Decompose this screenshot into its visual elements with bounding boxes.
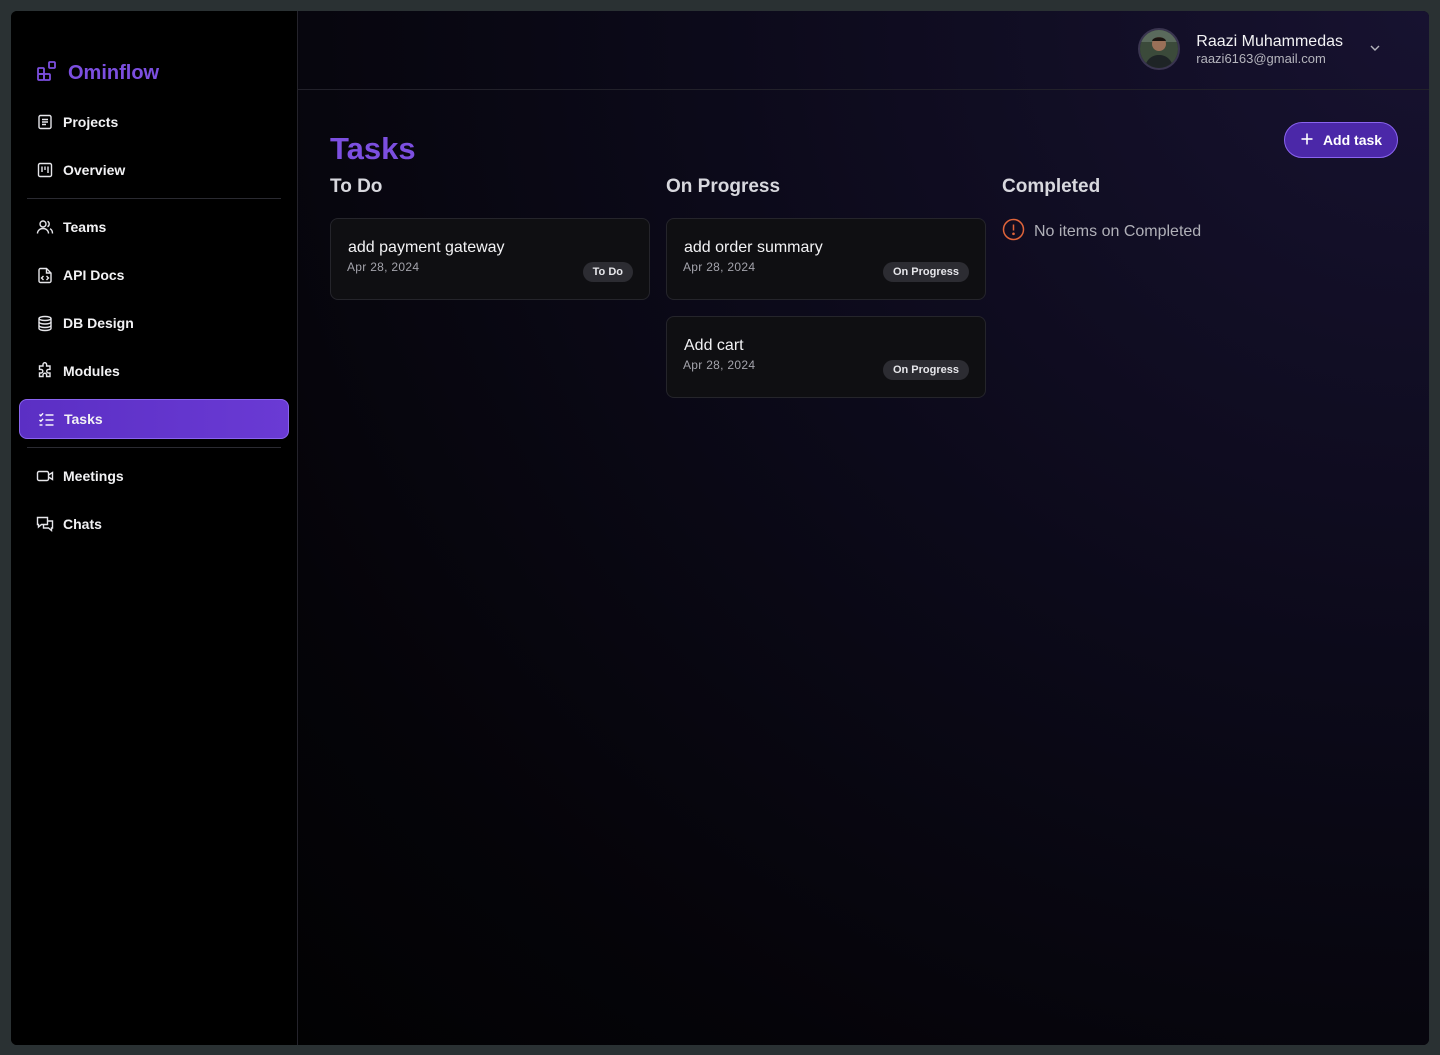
status-badge: On Progress <box>882 360 969 380</box>
sidebar-item-label: DB Design <box>63 315 134 331</box>
task-title: add payment gateway <box>348 239 505 256</box>
task-date: Apr 28, 2024 <box>683 260 756 274</box>
empty-state: No items on Completed <box>1002 218 1201 246</box>
app-window: Ominflow Projects Overview Teams API Doc… <box>11 11 1429 1045</box>
task-card[interactable]: add payment gateway Apr 28, 2024 To Do <box>330 218 650 300</box>
sidebar-item-label: Overview <box>63 162 126 178</box>
document-icon <box>36 113 54 131</box>
chevron-down-icon[interactable] <box>1369 39 1381 57</box>
sidebar-item-projects[interactable]: Projects <box>19 102 289 142</box>
checklist-icon <box>37 410 55 428</box>
alert-circle-icon <box>1002 218 1025 246</box>
status-badge: On Progress <box>882 262 969 282</box>
sidebar-item-db-design[interactable]: DB Design <box>19 303 289 343</box>
column-title-on-progress: On Progress <box>666 176 781 197</box>
top-bar: Raazi Muhammedas raazi6163@gmail.com <box>298 11 1429 90</box>
brand[interactable]: Ominflow <box>36 60 159 87</box>
add-task-button[interactable]: Add task <box>1284 122 1398 158</box>
user-info: Raazi Muhammedas raazi6163@gmail.com <box>1196 32 1343 67</box>
sidebar-item-label: Chats <box>63 516 102 532</box>
column-title-completed: Completed <box>1002 176 1101 197</box>
plus-icon <box>1300 132 1314 149</box>
code-file-icon <box>36 266 54 284</box>
status-badge: To Do <box>582 262 633 282</box>
sidebar-item-label: Teams <box>63 219 107 235</box>
column-title-todo: To Do <box>330 176 383 197</box>
sidebar-item-label: Meetings <box>63 468 124 484</box>
user-name: Raazi Muhammedas <box>1196 32 1343 50</box>
user-email: raazi6163@gmail.com <box>1196 50 1326 66</box>
sidebar-divider <box>27 198 281 199</box>
puzzle-icon <box>36 362 54 380</box>
sidebar-item-label: Modules <box>63 363 120 379</box>
chat-icon <box>36 515 54 533</box>
task-card[interactable]: add order summary Apr 28, 2024 On Progre… <box>666 218 986 300</box>
users-icon <box>36 218 54 236</box>
sidebar-divider <box>27 447 281 448</box>
database-icon <box>36 314 54 332</box>
avatar[interactable] <box>1138 28 1181 70</box>
logo-icon <box>36 60 58 87</box>
sidebar-item-api-docs[interactable]: API Docs <box>19 255 289 295</box>
sidebar-item-modules[interactable]: Modules <box>19 351 289 391</box>
sidebar-item-overview[interactable]: Overview <box>19 150 289 190</box>
user-menu[interactable]: Raazi Muhammedas raazi6163@gmail.com <box>1138 28 1381 70</box>
sidebar-item-label: Tasks <box>64 411 103 427</box>
main-content: Raazi Muhammedas raazi6163@gmail.com Tas… <box>298 11 1429 1045</box>
sidebar-item-label: API Docs <box>63 267 125 283</box>
task-date: Apr 28, 2024 <box>683 358 756 372</box>
brand-name: Ominflow <box>68 62 160 84</box>
sidebar-item-meetings[interactable]: Meetings <box>19 456 289 496</box>
task-title: Add cart <box>684 337 744 354</box>
sidebar: Ominflow Projects Overview Teams API Doc… <box>11 11 298 1045</box>
sidebar-item-teams[interactable]: Teams <box>19 207 289 247</box>
sidebar-item-chats[interactable]: Chats <box>19 504 289 544</box>
empty-state-text: No items on Completed <box>1034 223 1202 240</box>
add-task-label: Add task <box>1322 132 1383 148</box>
page-title: Tasks <box>330 131 416 166</box>
sidebar-item-label: Projects <box>63 114 119 130</box>
kanban-icon <box>36 161 54 179</box>
video-icon <box>36 467 54 485</box>
task-date: Apr 28, 2024 <box>347 260 420 274</box>
task-card[interactable]: Add cart Apr 28, 2024 On Progress <box>666 316 986 398</box>
sidebar-item-tasks[interactable]: Tasks <box>19 399 289 439</box>
task-title: add order summary <box>684 239 823 256</box>
